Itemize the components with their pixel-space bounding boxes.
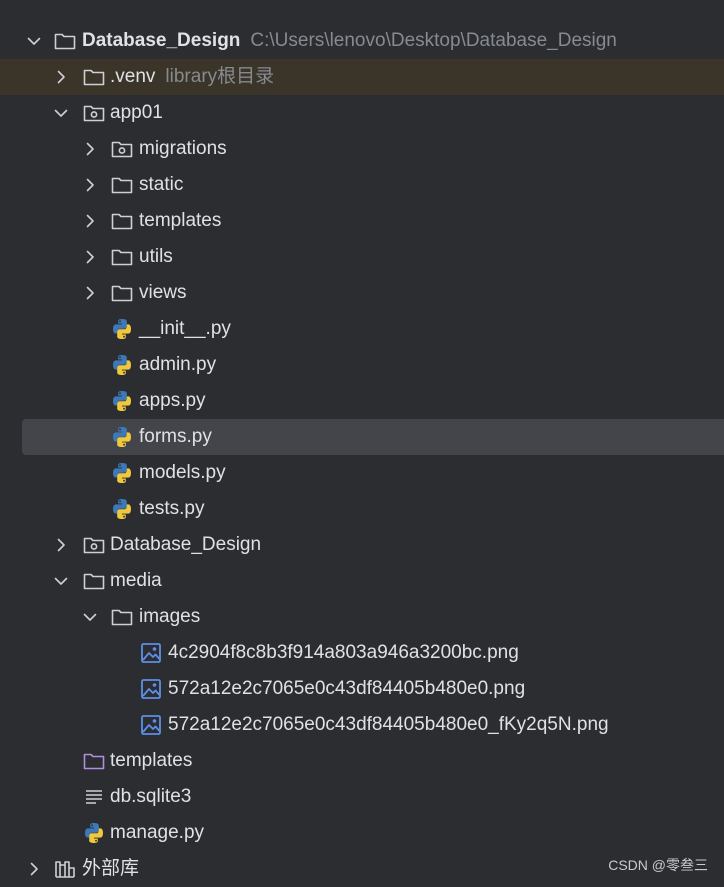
tree-node-app01[interactable]: app01 bbox=[0, 95, 724, 131]
chevron-right-icon[interactable] bbox=[52, 68, 70, 86]
venv-label: .venv bbox=[110, 66, 156, 87]
tree-node-static[interactable]: static bbox=[0, 167, 724, 203]
tree-node-forms-py[interactable]: forms.py bbox=[22, 419, 724, 455]
folder-icon bbox=[82, 569, 106, 593]
package-folder-icon bbox=[82, 533, 106, 557]
python-file-icon bbox=[110, 461, 134, 485]
chevron-right-icon[interactable] bbox=[81, 140, 99, 158]
chevron-right-icon[interactable] bbox=[81, 248, 99, 266]
tree-node-migrations[interactable]: migrations bbox=[0, 131, 724, 167]
tree-node-views[interactable]: views bbox=[0, 275, 724, 311]
chevron-down-icon[interactable] bbox=[52, 104, 70, 122]
static-label: static bbox=[139, 174, 184, 195]
apps-py-label: apps.py bbox=[139, 390, 206, 411]
image-file-2-label: 572a12e2c7065e0c43df84405b480e0.png bbox=[168, 678, 526, 699]
folder-icon bbox=[110, 173, 134, 197]
tree-node-templates-root[interactable]: templates bbox=[0, 743, 724, 779]
image-file-icon bbox=[139, 677, 163, 701]
app01-label: app01 bbox=[110, 102, 163, 123]
library-icon bbox=[53, 857, 77, 881]
tree-node-manage-py[interactable]: manage.py bbox=[0, 815, 724, 851]
tree-node-utils[interactable]: utils bbox=[0, 239, 724, 275]
chevron-right-icon[interactable] bbox=[81, 284, 99, 302]
tree-node-models-py[interactable]: models.py bbox=[0, 455, 724, 491]
chevron-down-icon[interactable] bbox=[81, 608, 99, 626]
templates-app-label: templates bbox=[139, 210, 222, 231]
db-sqlite3-label: db.sqlite3 bbox=[110, 786, 192, 807]
python-file-icon bbox=[82, 821, 106, 845]
models-py-label: models.py bbox=[139, 462, 226, 483]
folder-icon bbox=[110, 281, 134, 305]
root-label: Database_Design bbox=[82, 30, 241, 51]
package-folder-icon bbox=[82, 101, 106, 125]
init-py-label: __init__.py bbox=[139, 318, 231, 339]
text-file-icon bbox=[82, 785, 106, 809]
forms-py-label: forms.py bbox=[139, 426, 212, 447]
tree-node-templates-app[interactable]: templates bbox=[0, 203, 724, 239]
chevron-right-icon[interactable] bbox=[25, 860, 43, 878]
tree-node-project-package[interactable]: Database_Design bbox=[0, 527, 724, 563]
tree-node-venv[interactable]: .venv library根目录 bbox=[0, 59, 724, 95]
chevron-down-icon[interactable] bbox=[52, 572, 70, 590]
tree-node-image-file-1[interactable]: 4c2904f8c8b3f914a803a946a3200bc.png bbox=[0, 635, 724, 671]
utils-label: utils bbox=[139, 246, 173, 267]
python-file-icon bbox=[110, 353, 134, 377]
venv-hint: library根目录 bbox=[165, 66, 275, 87]
python-file-icon bbox=[110, 497, 134, 521]
folder-icon bbox=[110, 245, 134, 269]
chevron-right-icon[interactable] bbox=[52, 536, 70, 554]
admin-py-label: admin.py bbox=[139, 354, 217, 375]
tree-node-apps-py[interactable]: apps.py bbox=[0, 383, 724, 419]
templates-folder-icon bbox=[82, 749, 106, 773]
tree-node-images[interactable]: images bbox=[0, 599, 724, 635]
templates-root-label: templates bbox=[110, 750, 193, 771]
python-file-icon bbox=[110, 425, 134, 449]
project-package-label: Database_Design bbox=[110, 534, 262, 555]
folder-icon bbox=[53, 29, 77, 53]
tree-node-media[interactable]: media bbox=[0, 563, 724, 599]
views-label: views bbox=[139, 282, 187, 303]
image-file-1-label: 4c2904f8c8b3f914a803a946a3200bc.png bbox=[168, 642, 519, 663]
chevron-down-icon[interactable] bbox=[25, 32, 43, 50]
tree-node-admin-py[interactable]: admin.py bbox=[0, 347, 724, 383]
migrations-label: migrations bbox=[139, 138, 227, 159]
chevron-right-icon[interactable] bbox=[81, 176, 99, 194]
root-path: C:\Users\lenovo\Desktop\Database_Design bbox=[250, 30, 617, 51]
watermark: CSDN @零叁三 bbox=[608, 857, 708, 873]
image-file-icon bbox=[139, 641, 163, 665]
python-file-icon bbox=[110, 317, 134, 341]
tree-node-image-file-3[interactable]: 572a12e2c7065e0c43df84405b480e0_fKy2q5N.… bbox=[0, 707, 724, 743]
folder-icon bbox=[110, 209, 134, 233]
tree-node-db-sqlite3[interactable]: db.sqlite3 bbox=[0, 779, 724, 815]
image-file-icon bbox=[139, 713, 163, 737]
tests-py-label: tests.py bbox=[139, 498, 205, 519]
external-libraries-label: 外部库 bbox=[82, 858, 140, 879]
chevron-right-icon[interactable] bbox=[81, 212, 99, 230]
tree-node-root[interactable]: Database_Design C:\Users\lenovo\Desktop\D… bbox=[0, 23, 724, 59]
tree-node-tests-py[interactable]: tests.py bbox=[0, 491, 724, 527]
folder-icon bbox=[110, 605, 134, 629]
manage-py-label: manage.py bbox=[110, 822, 205, 843]
project-tree: Database_Design C:\Users\lenovo\Desktop\D… bbox=[0, 0, 724, 885]
tree-node-image-file-2[interactable]: 572a12e2c7065e0c43df84405b480e0.png bbox=[0, 671, 724, 707]
tree-node-init-py[interactable]: __init__.py bbox=[0, 311, 724, 347]
folder-icon bbox=[82, 65, 106, 89]
media-label: media bbox=[110, 570, 162, 591]
package-folder-icon bbox=[110, 137, 134, 161]
images-label: images bbox=[139, 606, 201, 627]
python-file-icon bbox=[110, 389, 134, 413]
image-file-3-label: 572a12e2c7065e0c43df84405b480e0_fKy2q5N.… bbox=[168, 714, 609, 735]
